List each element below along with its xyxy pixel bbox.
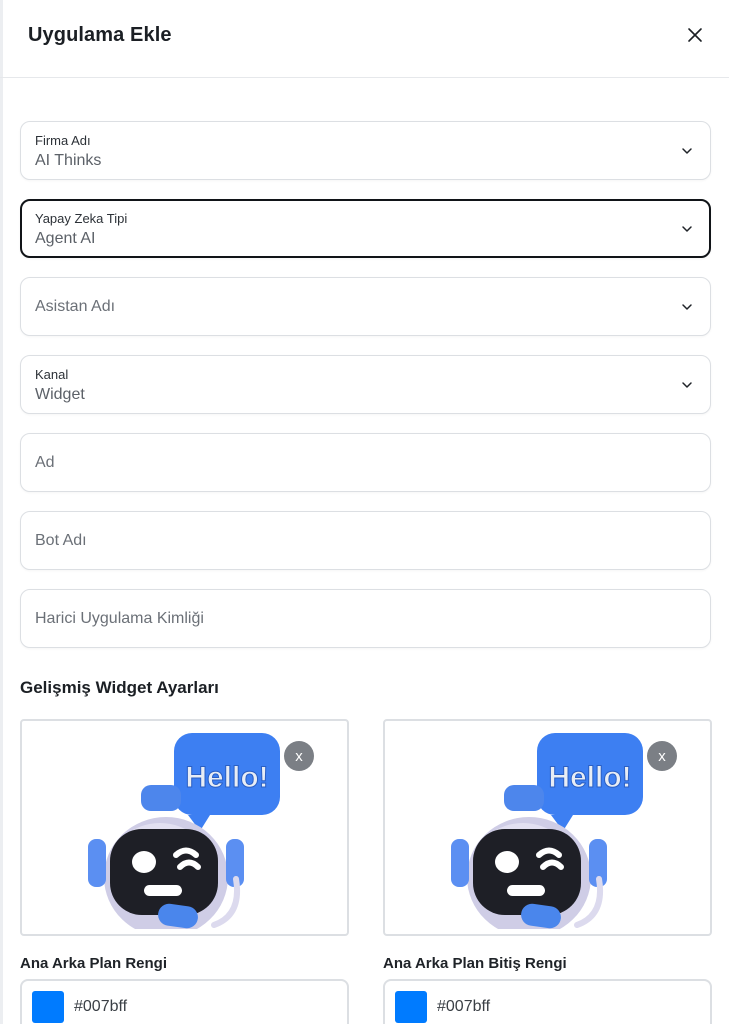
- ai-type-select-label: Yapay Zeka Tipi: [35, 211, 128, 226]
- close-icon: [688, 28, 702, 42]
- ai-type-select[interactable]: Yapay Zeka Tipi Agent AI: [20, 199, 711, 258]
- channel-select-value: Widget: [35, 386, 85, 403]
- name-field[interactable]: Ad: [20, 433, 711, 492]
- external-app-id-field[interactable]: Harici Uygulama Kimliği: [20, 589, 711, 648]
- widget-image-card[interactable]: Hello! x: [383, 719, 712, 936]
- hello-bubble-text: Hello!: [548, 761, 631, 794]
- color-value: #007bff: [437, 998, 491, 1015]
- left-edge-divider: [0, 0, 3, 1024]
- close-button[interactable]: [682, 22, 708, 48]
- color-value: #007bff: [74, 998, 128, 1015]
- remove-image-button[interactable]: x: [284, 741, 314, 771]
- chevron-down-icon: [682, 226, 692, 232]
- external-app-id-placeholder: Harici Uygulama Kimliği: [35, 610, 204, 627]
- assistant-select-placeholder: Asistan Adı: [35, 298, 116, 315]
- chevron-down-icon: [682, 304, 692, 310]
- color-swatch[interactable]: [395, 991, 427, 1023]
- robot-image: Hello!: [88, 733, 280, 929]
- company-select[interactable]: Firma Adı AI Thinks: [20, 121, 711, 180]
- primary-bg-color-label: Ana Arka Plan Rengi: [20, 955, 167, 972]
- channel-select[interactable]: Kanal Widget: [20, 355, 711, 414]
- company-select-label: Firma Adı: [35, 133, 91, 148]
- widget-image-card[interactable]: Hello! x: [20, 719, 349, 936]
- advanced-settings-title: Gelişmiş Widget Ayarları: [20, 678, 219, 697]
- chevron-down-icon: [682, 382, 692, 388]
- color-swatch[interactable]: [32, 991, 64, 1023]
- bot-name-field[interactable]: Bot Adı: [20, 511, 711, 570]
- assistant-select[interactable]: Asistan Adı: [20, 277, 711, 336]
- modal-header: Uygulama Ekle: [0, 0, 729, 78]
- remove-image-button[interactable]: x: [647, 741, 677, 771]
- company-select-value: AI Thinks: [35, 152, 102, 169]
- primary-bg-color-picker[interactable]: #007bff: [20, 979, 349, 1024]
- hello-bubble-text: Hello!: [185, 761, 268, 794]
- ai-type-select-value: Agent AI: [35, 230, 96, 247]
- primary-bg-end-color-picker[interactable]: #007bff: [383, 979, 712, 1024]
- modal-title: Uygulama Ekle: [28, 24, 172, 46]
- robot-image: Hello!: [451, 733, 643, 929]
- channel-select-label: Kanal: [35, 367, 69, 382]
- bot-name-field-placeholder: Bot Adı: [35, 532, 87, 549]
- name-field-placeholder: Ad: [35, 454, 55, 471]
- primary-bg-end-color-label: Ana Arka Plan Bitiş Rengi: [383, 955, 567, 972]
- chevron-down-icon: [682, 148, 692, 154]
